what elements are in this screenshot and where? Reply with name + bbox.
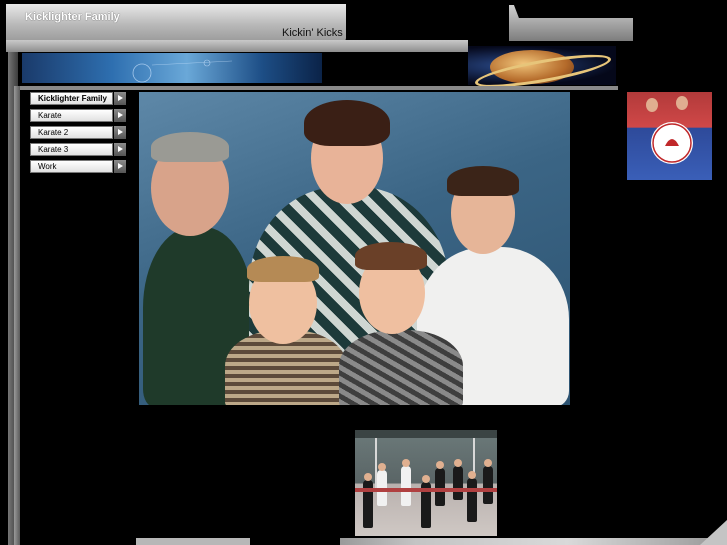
- arrow-right-icon[interactable]: [114, 109, 126, 122]
- photo-hair: [447, 166, 519, 196]
- nav-item-work[interactable]: Work: [30, 160, 126, 173]
- thumb-person: [646, 98, 658, 112]
- frame-top-rule: [18, 86, 618, 90]
- arrow-right-icon[interactable]: [114, 160, 126, 173]
- fist-icon: [652, 123, 692, 163]
- nav-label[interactable]: Kicklighter Family: [30, 92, 113, 105]
- photo-ceiling: [355, 430, 497, 438]
- nav-label[interactable]: Work: [30, 160, 113, 173]
- arrow-right-icon[interactable]: [114, 126, 126, 139]
- header-right-tab: [509, 5, 633, 41]
- photo-student: [453, 459, 463, 500]
- photo-student: [467, 471, 477, 522]
- footer-bar-right: [340, 538, 720, 545]
- photo-hair: [355, 242, 427, 270]
- arrow-right-icon[interactable]: [114, 92, 126, 105]
- photo-mat: [355, 488, 497, 492]
- photo-hair: [151, 132, 229, 162]
- photo-hair: [304, 100, 390, 146]
- banner-graphic: [132, 59, 233, 83]
- nav-item-karate-2[interactable]: Karate 2: [30, 126, 126, 139]
- nav-item-kicklighter-family[interactable]: Kicklighter Family: [30, 92, 126, 105]
- photo-person: [339, 330, 463, 405]
- nav-item-karate-3[interactable]: Karate 3: [30, 143, 126, 156]
- nav-item-karate[interactable]: Karate: [30, 109, 126, 122]
- family-photo: [139, 92, 570, 405]
- nav-label[interactable]: Karate 2: [30, 126, 113, 139]
- site-title: Kicklighter Family: [25, 11, 120, 23]
- arrow-right-icon[interactable]: [114, 143, 126, 156]
- left-frame: [14, 86, 20, 545]
- photo-student: [483, 459, 493, 504]
- tech-banner: [22, 53, 322, 83]
- photo-student: [435, 461, 445, 506]
- karate-class-photo[interactable]: [355, 430, 497, 536]
- photo-student: [401, 459, 411, 506]
- karate-logo: [651, 122, 693, 164]
- nav-label[interactable]: Karate 3: [30, 143, 113, 156]
- site-subtitle: Kickin' Kicks: [282, 27, 343, 39]
- footer-bar-left: [136, 538, 250, 545]
- header-bar: [6, 40, 468, 52]
- photo-hair: [247, 256, 319, 282]
- thumb-person: [676, 96, 688, 110]
- nav-label[interactable]: Karate: [30, 109, 113, 122]
